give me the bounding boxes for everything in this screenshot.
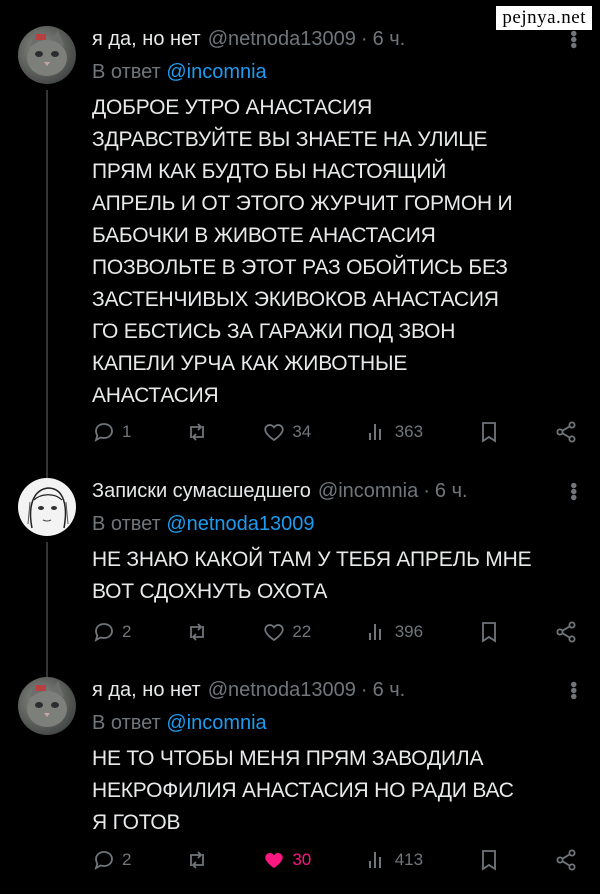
tweet-actions: 2 30 413 — [92, 848, 578, 872]
share-icon — [554, 620, 578, 644]
more-options-icon[interactable]: ••• — [562, 30, 584, 48]
views-button[interactable]: 396 — [365, 620, 423, 644]
avatar[interactable] — [18, 478, 76, 536]
view-count: 396 — [394, 622, 424, 641]
reply-icon — [92, 620, 116, 644]
like-button[interactable]: 22 — [262, 620, 311, 644]
separator-dot: · — [360, 28, 368, 50]
tweet-text: ДОБРОЕ УТРО АНАСТАСИЯ ЗДРАВСТВУЙТЕ ВЫ ЗН… — [92, 96, 513, 407]
reply-context: В ответ @incomnia — [92, 712, 578, 735]
thread-line — [46, 90, 48, 486]
like-button[interactable]: 30 — [262, 848, 311, 872]
like-count: 34 — [292, 422, 312, 441]
heart-icon — [262, 420, 286, 444]
views-bar-icon — [365, 620, 389, 644]
heart-icon — [262, 620, 286, 644]
bookmark-button[interactable] — [477, 848, 501, 872]
retweet-icon — [185, 420, 209, 444]
reply-context: В ответ @netnoda13009 — [92, 513, 578, 536]
reply-label: В ответ — [92, 61, 161, 83]
avatar[interactable] — [18, 677, 76, 735]
tweet-actions: 2 22 396 — [92, 620, 578, 644]
view-count: 363 — [394, 422, 424, 441]
timestamp[interactable]: 6 ч. — [435, 480, 468, 503]
display-name[interactable]: я да, но нет — [92, 28, 201, 51]
cat-avatar-icon — [27, 681, 67, 727]
views-bar-icon — [365, 848, 389, 872]
display-name[interactable]: Записки сумасшедшего — [92, 480, 311, 503]
bookmark-icon — [477, 420, 501, 444]
reply-icon — [92, 420, 116, 444]
reply-count: 1 — [122, 422, 132, 441]
bookmark-icon — [477, 848, 501, 872]
reply-button[interactable]: 2 — [92, 620, 131, 644]
views-button[interactable]: 413 — [365, 848, 423, 872]
user-handle[interactable]: @netnoda13009 — [208, 679, 356, 702]
share-icon — [554, 420, 578, 444]
separator-dot: · — [360, 679, 368, 701]
cat-avatar-icon — [27, 30, 67, 76]
reply-context: В ответ @incomnia — [92, 61, 578, 84]
views-button[interactable]: 363 — [365, 420, 423, 444]
reply-count: 2 — [122, 622, 132, 641]
separator-dot: · — [423, 480, 430, 502]
user-handle[interactable]: @incomnia — [318, 480, 418, 503]
sketch-avatar-icon — [27, 487, 69, 529]
like-count: 22 — [292, 622, 312, 641]
views-bar-icon — [365, 420, 389, 444]
tweet-1[interactable]: я да, но нет @netnoda13009 · 6 ч. В отве… — [0, 0, 600, 486]
display-name[interactable]: я да, но нет — [92, 679, 201, 702]
bookmark-button[interactable] — [477, 420, 501, 444]
timestamp[interactable]: 6 ч. — [373, 28, 406, 51]
tweet-actions: 1 34 363 — [92, 420, 578, 444]
reply-icon — [92, 848, 116, 872]
reply-mention-link[interactable]: @incomnia — [166, 712, 266, 734]
user-handle[interactable]: @netnoda13009 — [208, 28, 356, 51]
bookmark-icon — [477, 620, 501, 644]
share-button[interactable] — [554, 620, 578, 644]
reply-mention-link[interactable]: @netnoda13009 — [166, 513, 314, 535]
more-options-icon[interactable]: ••• — [562, 482, 584, 500]
reply-count: 2 — [122, 850, 132, 869]
retweet-button[interactable] — [185, 848, 209, 872]
retweet-button[interactable] — [185, 420, 209, 444]
share-button[interactable] — [554, 420, 578, 444]
like-count: 30 — [292, 850, 312, 869]
reply-label: В ответ — [92, 513, 161, 535]
retweet-icon — [185, 620, 209, 644]
avatar[interactable] — [18, 26, 76, 84]
bookmark-button[interactable] — [477, 620, 501, 644]
reply-label: В ответ — [92, 712, 161, 734]
share-button[interactable] — [554, 848, 578, 872]
reply-button[interactable]: 2 — [92, 848, 131, 872]
retweet-button[interactable] — [185, 620, 209, 644]
like-button[interactable]: 34 — [262, 420, 311, 444]
reply-mention-link[interactable]: @incomnia — [166, 61, 266, 83]
heart-icon — [262, 848, 286, 872]
tweet-text: НЕ ТО ЧТОБЫ МЕНЯ ПРЯМ ЗАВОДИЛА НЕКРОФИЛИ… — [92, 747, 514, 834]
timestamp[interactable]: 6 ч. — [373, 679, 406, 702]
share-icon — [554, 848, 578, 872]
reply-button[interactable]: 1 — [92, 420, 131, 444]
retweet-icon — [185, 848, 209, 872]
more-options-icon[interactable]: ••• — [562, 681, 584, 699]
tweet-text: НЕ ЗНАЮ КАКОЙ ТАМ У ТЕБЯ АПРЕЛЬ МНЕ ВОТ … — [92, 548, 532, 603]
view-count: 413 — [394, 850, 424, 869]
